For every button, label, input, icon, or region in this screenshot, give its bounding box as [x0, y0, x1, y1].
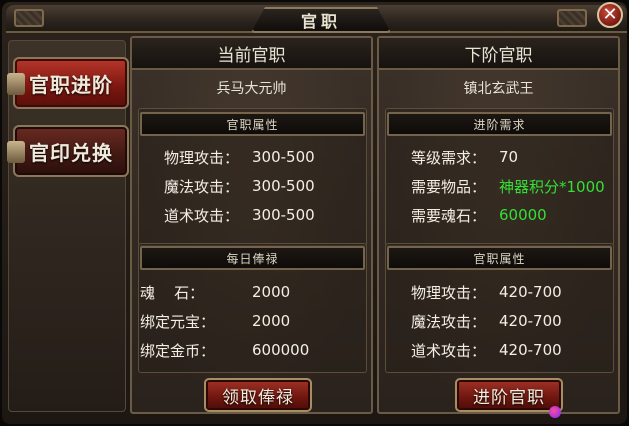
requirement-value: 神器积分*1000 [499, 177, 605, 196]
attribute-row: 魔法攻击： 420-700 [411, 310, 562, 332]
close-icon: ✕ [602, 4, 618, 25]
salary-row: 魂 石： 2000 [140, 281, 290, 303]
sidebar-tab-label: 官职进阶 [29, 72, 113, 97]
salary-row: 绑定金币： 600000 [140, 339, 309, 361]
requirement-row: 需要魂石： 60000 [411, 204, 547, 226]
attribute-label: 道术攻击： [164, 206, 240, 225]
watermark [549, 404, 621, 420]
title-ornament-left [14, 9, 44, 27]
attribute-label: 魔法攻击： [164, 177, 240, 196]
requirement-value: 70 [499, 148, 519, 166]
requirement-row: 需要物品： 神器积分*1000 [411, 175, 605, 197]
requirement-label: 需要魂石： [411, 206, 487, 225]
next-rank-name: 镇北玄武王 [463, 81, 534, 97]
next-attributes-title: 官职属性 [387, 246, 612, 270]
requirement-row: 等级需求： 70 [411, 146, 518, 168]
title-plate: 官职 [251, 7, 391, 33]
next-rank-panel: 下阶官职 镇北玄武王 进阶需求 等级需求： 70 需要物品： 神器积分*1000… [377, 36, 620, 414]
next-rank-header: 下阶官职 [379, 38, 618, 70]
sidebar-tab-seal-exchange[interactable]: 官印兑换 [7, 125, 129, 177]
game-window: 官职 ✕ 官职进阶 官印兑换 当前官职 兵马大元帅 官职属性 物理攻击： 300… [0, 0, 629, 426]
attribute-label: 物理攻击： [411, 283, 487, 302]
salary-row: 绑定元宝： 2000 [140, 310, 290, 332]
salary-title: 每日俸禄 [140, 246, 365, 270]
salary-value: 2000 [252, 312, 291, 330]
attribute-label: 魔法攻击： [411, 312, 487, 331]
current-attributes-title: 官职属性 [140, 112, 365, 136]
sidebar-tab-rank-advance[interactable]: 官职进阶 [7, 57, 129, 109]
watermark-logo-icon [549, 406, 561, 418]
salary-label: 魂 石： [140, 283, 205, 302]
window-title: 官职 [300, 12, 341, 31]
attribute-label: 物理攻击： [164, 148, 240, 167]
title-ornament-right [557, 9, 587, 27]
sidebar-tab-label: 官印兑换 [29, 140, 113, 165]
attribute-row: 道术攻击： 420-700 [411, 339, 562, 361]
attribute-row: 魔法攻击： 300-500 [164, 175, 315, 197]
salary-value: 600000 [252, 341, 310, 359]
attribute-value: 420-700 [499, 312, 562, 330]
claim-salary-button[interactable]: 领取俸禄 [204, 378, 312, 412]
current-rank-panel: 当前官职 兵马大元帅 官职属性 物理攻击： 300-500 魔法攻击： 300-… [130, 36, 373, 414]
attribute-row: 物理攻击： 420-700 [411, 281, 562, 303]
attribute-row: 道术攻击： 300-500 [164, 204, 315, 226]
salary-label: 绑定元宝： [140, 312, 216, 331]
current-rank-name: 兵马大元帅 [216, 81, 287, 97]
attribute-value: 420-700 [499, 283, 562, 301]
attribute-value: 300-500 [252, 177, 315, 195]
close-button[interactable]: ✕ [597, 2, 623, 28]
requirement-value: 60000 [499, 206, 547, 224]
tab-knob-icon [7, 141, 25, 163]
salary-label: 绑定金币： [140, 341, 216, 360]
attribute-label: 道术攻击： [411, 341, 487, 360]
advance-rank-button[interactable]: 进阶官职 [455, 378, 563, 412]
requirements-title: 进阶需求 [387, 112, 612, 136]
attribute-value: 300-500 [252, 206, 315, 224]
tab-knob-icon [7, 73, 25, 95]
salary-value: 2000 [252, 283, 291, 301]
attribute-value: 300-500 [252, 148, 315, 166]
requirement-label: 等级需求： [411, 148, 487, 167]
title-bar: 官职 [6, 5, 627, 33]
current-rank-header: 当前官职 [132, 38, 371, 70]
sidebar: 官职进阶 官印兑换 [7, 40, 129, 412]
requirement-label: 需要物品： [411, 177, 487, 196]
attribute-value: 420-700 [499, 341, 562, 359]
attribute-row: 物理攻击： 300-500 [164, 146, 315, 168]
